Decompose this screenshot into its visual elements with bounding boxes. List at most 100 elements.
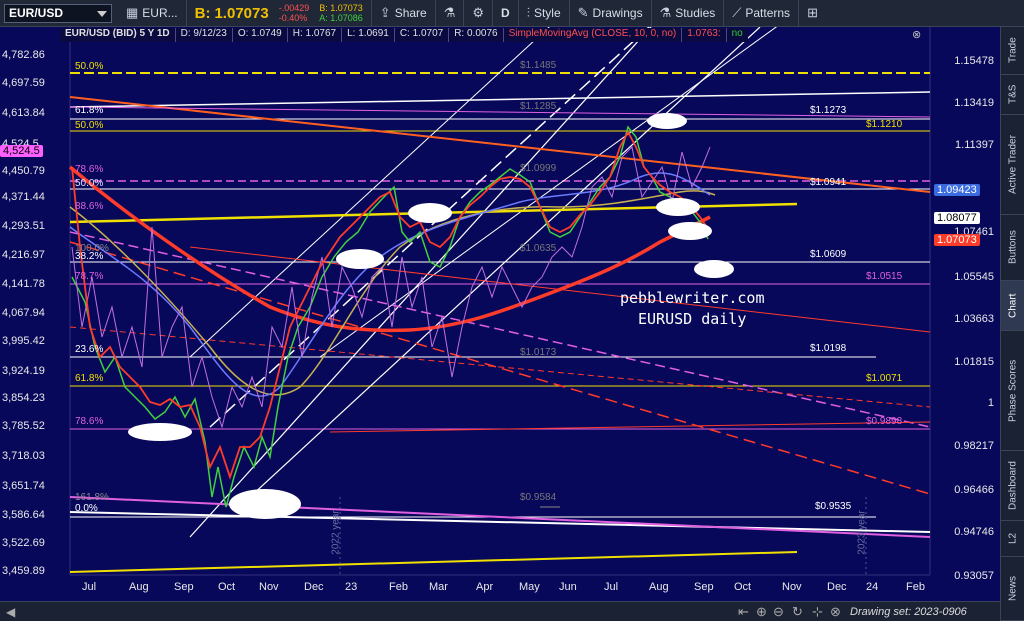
trend-lines	[69, 27, 931, 573]
rail-tab[interactable]: Dashboard	[1001, 451, 1024, 521]
left-axis-label: 4,293.51	[2, 220, 45, 232]
info-date: D: 9/12/23	[176, 28, 233, 42]
left-price-tag: 4,524.5	[0, 145, 43, 157]
price-level-label: $1.1485	[520, 60, 557, 71]
right-axis-label: 0.93057	[954, 570, 994, 582]
style-button[interactable]: ⫶ Style	[519, 0, 570, 27]
x-axis-label: Nov	[782, 581, 802, 593]
patterns-label: Patterns	[745, 6, 791, 20]
share-button[interactable]: ⇪ Share	[372, 0, 436, 27]
rail-tab[interactable]: L2	[1001, 521, 1024, 557]
quote-box: B: 1.07073 -.00429 -0.40% B: 1.07073 A: …	[187, 0, 372, 27]
chevron-down-icon	[97, 10, 107, 17]
x-axis-label: Oct	[218, 581, 236, 593]
change-abs: -.00429	[278, 3, 310, 13]
flask-button[interactable]: ⚗	[436, 0, 465, 27]
zoom-in-icon[interactable]: ⊕	[756, 604, 767, 620]
rail-tab[interactable]: Active Trader	[1001, 115, 1024, 215]
close-study-icon[interactable]: ⊗	[912, 28, 921, 41]
left-axis-label: 4,782.86	[2, 49, 45, 61]
left-axis-label: 3,586.64	[2, 509, 45, 521]
left-axis-label: 3,785.52	[2, 420, 45, 432]
rail-tab[interactable]: Chart	[1001, 281, 1024, 331]
drawings-label: Drawings	[592, 6, 643, 20]
drawings-button[interactable]: ✎ Drawings	[570, 0, 652, 27]
year-2022-label: 2022 year	[330, 510, 342, 555]
symbol-name: EUR...	[142, 6, 178, 20]
left-axis-label: 4,697.59	[2, 77, 45, 89]
right-axis-label: 1.01815	[954, 356, 994, 368]
right-axis-label: 1.05545	[954, 271, 994, 283]
period-button[interactable]: D	[493, 0, 519, 27]
right-tag-blue: 1.09423	[934, 184, 980, 196]
right-axis-label: 1.13419	[954, 97, 994, 109]
studies-button[interactable]: ⚗ Studies	[652, 0, 725, 27]
drawing-set-label[interactable]: Drawing set: 2023-0906	[850, 606, 967, 618]
period-label: D	[501, 6, 510, 20]
watermark-site: pebblewriter.com	[620, 289, 765, 307]
top-toolbar: EUR/USD ▦ EUR... B: 1.07073 -.00429 -0.4…	[0, 0, 1024, 27]
info-low: L: 1.0691	[342, 28, 395, 42]
left-axis-label: 3,651.74	[2, 480, 45, 492]
right-axis-label: 1.03663	[954, 313, 994, 325]
patterns-button[interactable]: ⟋ Patterns	[724, 0, 800, 27]
candles-icon: ⫶	[526, 5, 530, 20]
x-axis-label: Apr	[476, 581, 494, 593]
zoom-out-icon[interactable]: ⊖	[773, 604, 784, 620]
price-level-label: $1.0999	[520, 163, 557, 174]
x-axis-label: Oct	[734, 581, 752, 593]
more-button[interactable]: ⊞	[799, 0, 826, 27]
x-axis-label: 23	[345, 581, 358, 593]
fib-level-label: 50.0%	[75, 178, 104, 189]
change-pct: -0.40%	[278, 13, 308, 23]
price-level-label: $0.9584	[520, 492, 557, 503]
rail-tab[interactable]: T&S	[1001, 75, 1024, 115]
price-level-label: $1.0609	[810, 249, 847, 260]
price-level-label: $1.1210	[866, 119, 903, 130]
price-level-label: $1.0941	[810, 177, 847, 188]
rail-tab[interactable]: Buttons	[1001, 215, 1024, 281]
right-axis-label: 1.15478	[954, 55, 994, 67]
right-axis-label: 1	[987, 397, 994, 409]
price-level-label: $1.0198	[810, 343, 847, 354]
chart-canvas[interactable]	[0, 27, 1000, 621]
share-label: Share	[394, 6, 427, 20]
year-2023-label: 2023 year	[856, 510, 868, 555]
left-axis-label: 4,067.94	[2, 307, 45, 319]
rail-tab[interactable]: Phase Scores	[1001, 331, 1024, 451]
fib-level-label: 61.8%	[75, 105, 104, 116]
info-open: O: 1.0749	[233, 28, 288, 42]
price-level-label: $1.0515	[866, 271, 903, 282]
x-axis-label: Mar	[429, 581, 448, 593]
left-axis-label: 4,371.44	[2, 191, 45, 203]
rail-tab[interactable]: News	[1001, 557, 1024, 621]
link-icon: ▦	[126, 5, 139, 20]
settings-button[interactable]: ⚙	[464, 0, 494, 27]
rail-tab[interactable]: Trade	[1001, 27, 1024, 75]
info-study-value: 1.0763:	[682, 28, 727, 42]
symbol-link[interactable]: ▦ EUR...	[118, 0, 187, 27]
fib-level-label: 88.6%	[75, 201, 104, 212]
close-drawing-icon[interactable]: ⊗	[830, 604, 841, 620]
bid-label: B:	[194, 4, 211, 22]
bid-small: B: 1.07073	[319, 3, 363, 13]
x-axis-label: Aug	[649, 581, 669, 593]
scroll-left-icon[interactable]: ◀	[6, 605, 15, 619]
studies-label: Studies	[675, 6, 716, 20]
left-axis-label: 3,459.89	[2, 565, 45, 577]
price-chart[interactable]: EUR/USD (BID) 5 Y 1D D: 9/12/23 O: 1.074…	[0, 27, 1000, 621]
x-axis-label: Sep	[694, 581, 714, 593]
info-high: H: 1.0767	[288, 28, 343, 42]
info-title: EUR/USD (BID) 5 Y 1D	[60, 28, 176, 42]
symbol-selector[interactable]: EUR/USD	[4, 3, 112, 23]
watermark-symbol: EURUSD daily	[638, 310, 747, 328]
x-axis-label: Aug	[129, 581, 149, 593]
info-range: R: 0.0076	[449, 28, 504, 42]
info-close: C: 1.0707	[395, 28, 450, 42]
left-axis-label: 3,924.19	[2, 365, 45, 377]
reset-zoom-icon[interactable]: ↻	[792, 604, 803, 620]
x-axis-label: Nov	[259, 581, 279, 593]
time-nav-icon[interactable]: ⇤	[738, 604, 749, 620]
crosshair-icon[interactable]: ⊹	[812, 604, 823, 620]
gear-icon: ⚙	[472, 5, 485, 20]
